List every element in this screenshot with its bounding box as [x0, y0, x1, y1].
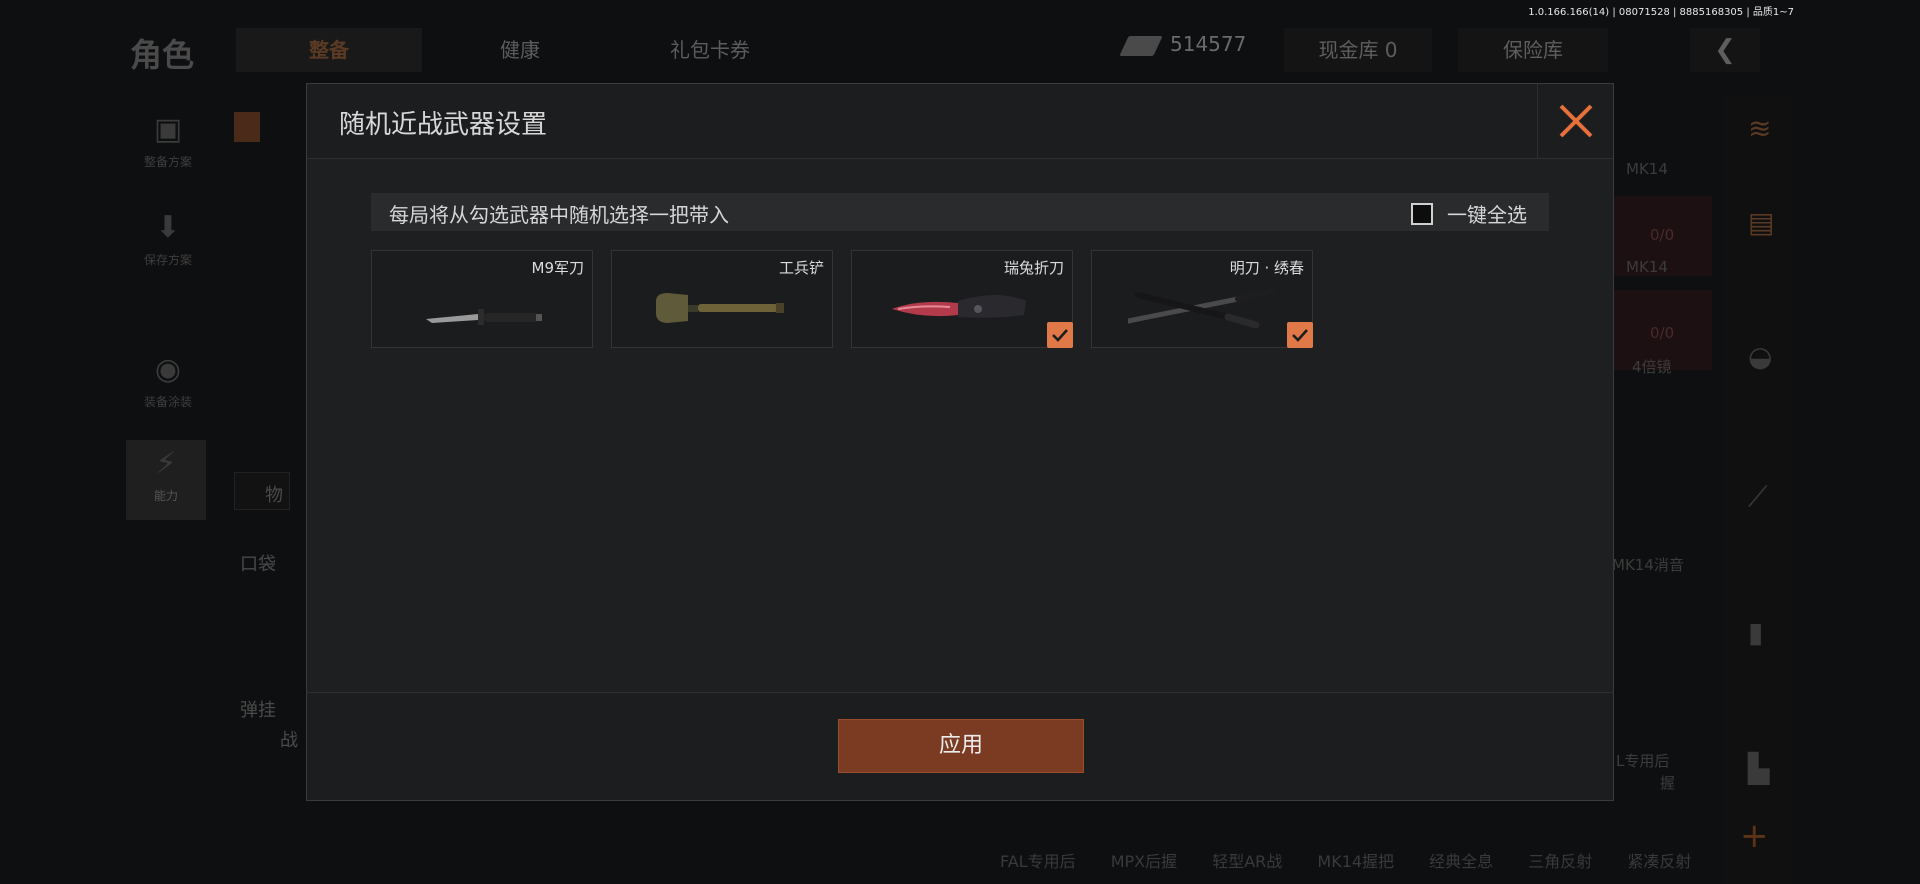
tab-health[interactable]: 健康: [470, 28, 570, 72]
folding-knife-icon: [892, 295, 1026, 318]
description-text: 每局将从勾选武器中随机选择一把带入: [389, 203, 729, 227]
sidebar-item-label: 保存方案: [143, 253, 192, 267]
weapon-card-m9[interactable]: M9军刀: [371, 250, 593, 348]
safe-vault-button[interactable]: 保险库: [1458, 28, 1608, 72]
sidebar-item-save-plan[interactable]: ⬇ 保存方案: [128, 210, 208, 268]
slot-label: MK14消音: [1612, 556, 1684, 574]
money-icon: [1119, 36, 1163, 56]
attachment-label[interactable]: 经典全息: [1429, 852, 1493, 871]
weapon-checkbox-checked[interactable]: [1287, 322, 1313, 348]
dialog-title: 随机近战武器设置: [339, 110, 548, 140]
sidebar-item-skin[interactable]: ◉ 装备涂装: [128, 352, 208, 410]
attachment-labels: FAL专用后 MPX后握 轻型AR战 MK14握把 经典全息 三角反射 紧凑反射: [1000, 848, 1721, 872]
slot-label: 握: [1660, 774, 1676, 792]
dialog-header: 随机近战武器设置: [307, 84, 1613, 159]
attachment-label[interactable]: 紧凑反射: [1627, 852, 1691, 871]
tab-gift-cards[interactable]: 礼包卡券: [640, 28, 780, 72]
back-button[interactable]: ❮: [1690, 28, 1760, 72]
helmet-icon[interactable]: ◒: [1748, 340, 1772, 373]
slot-label: L专用后: [1616, 752, 1670, 770]
select-all-label: 一键全选: [1447, 203, 1527, 227]
cash-vault-button[interactable]: 现金库 0: [1284, 28, 1432, 72]
stack-icon[interactable]: ▤: [1748, 206, 1774, 239]
weapon-name: 瑞兔折刀: [1003, 259, 1064, 277]
weapon-card-folding-knife[interactable]: 瑞兔折刀: [851, 250, 1073, 348]
magazine-icon[interactable]: ▮: [1748, 616, 1763, 649]
helmet-icon: ◉: [154, 352, 182, 387]
loadout-tag-icon: [234, 112, 260, 142]
slot-label: 4倍镜: [1632, 358, 1672, 376]
weapon-name: 明刀 · 绣春: [1229, 259, 1304, 277]
random-melee-dialog: 随机近战武器设置 每局将从勾选武器中随机选择一把带入 一键全选 M9军刀 工兵铲…: [306, 83, 1614, 801]
slot-ammo: 0/0: [1650, 226, 1675, 244]
weapon-name: 工兵铲: [778, 259, 824, 277]
bayonet-icon: [426, 309, 542, 325]
weapon-card-shovel[interactable]: 工兵铲: [611, 250, 833, 348]
dialog-footer: 应用: [307, 692, 1613, 800]
tab-loadout[interactable]: 整备: [236, 28, 422, 72]
rifle-icon[interactable]: ⟋: [1748, 480, 1768, 514]
weapon-card-sword[interactable]: 明刀 · 绣春: [1091, 250, 1313, 348]
pocket-label: 口袋: [240, 554, 276, 575]
grip-icon[interactable]: ▙: [1748, 752, 1770, 785]
add-icon[interactable]: +: [1740, 816, 1769, 856]
ammo-rig-label: 弹挂: [240, 700, 276, 721]
sidebar-item-ability[interactable]: ⚡ 能力: [126, 440, 206, 520]
sword-icon: [1128, 288, 1276, 329]
layers-icon[interactable]: ≋: [1748, 112, 1771, 145]
version-info: 1.0.166.166(14) | 08071528 | 8885168305 …: [1528, 7, 1794, 18]
shovel-icon: [656, 293, 784, 323]
close-icon: [1559, 104, 1593, 138]
attachment-label[interactable]: FAL专用后: [1000, 852, 1076, 871]
attachment-label[interactable]: 三角反射: [1528, 852, 1592, 871]
slot-label: MK14: [1626, 258, 1668, 276]
attachment-label[interactable]: 轻型AR战: [1212, 852, 1282, 871]
slot-label: MK14: [1626, 160, 1668, 178]
weapon-name: M9军刀: [531, 259, 585, 277]
ability-icon: ⚡: [155, 446, 177, 481]
vest-icon: ▣: [153, 112, 183, 147]
sidebar-item-label: 装备涂装: [143, 395, 192, 409]
weapon-checkbox-checked[interactable]: [1047, 322, 1073, 348]
sidebar-item-label: 整备方案: [143, 155, 192, 169]
attachment-label[interactable]: MPX后握: [1111, 852, 1177, 871]
items-tab[interactable]: 物: [234, 472, 290, 510]
select-all-toggle[interactable]: 一键全选: [1411, 199, 1527, 228]
sidebar-item-loadout-plan[interactable]: ▣ 整备方案: [128, 112, 208, 170]
checkmark-icon: [1052, 329, 1068, 342]
close-button[interactable]: [1537, 84, 1613, 159]
description-bar: 每局将从勾选武器中随机选择一把带入 一键全选: [371, 193, 1549, 231]
slot-ammo: 0/0: [1650, 324, 1675, 342]
money-value: 514577: [1170, 32, 1247, 56]
page-title: 角色: [130, 36, 195, 74]
checkmark-icon: [1292, 329, 1308, 342]
attachment-label[interactable]: MK14握把: [1317, 852, 1394, 871]
apply-button[interactable]: 应用: [838, 719, 1084, 773]
select-all-checkbox[interactable]: [1411, 202, 1433, 225]
download-icon: ⬇: [155, 210, 181, 245]
sidebar-item-label: 能力: [153, 489, 178, 503]
combat-label: 战: [280, 730, 298, 751]
